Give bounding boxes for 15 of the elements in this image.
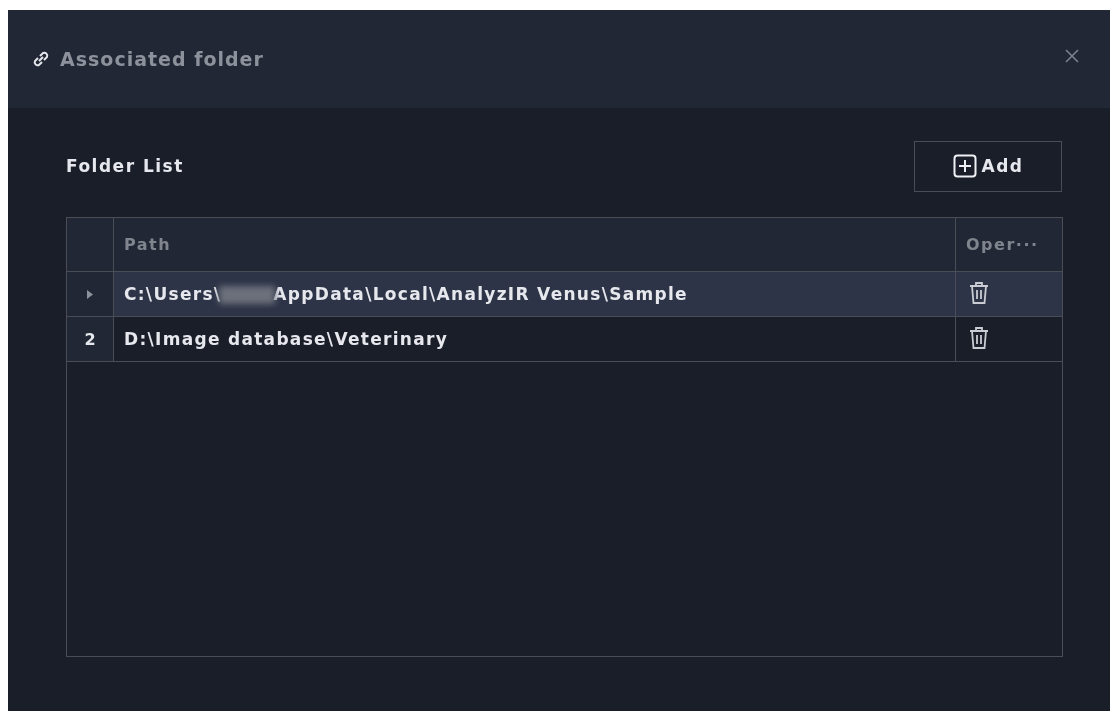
row-number: 2 <box>84 329 96 349</box>
table-row[interactable]: 2 D:\Image database\Veterinary <box>67 317 1062 362</box>
window-title: Associated folder <box>60 48 264 70</box>
column-header: Oper··· <box>966 235 1039 254</box>
table-row[interactable]: C:\Users\ AppData\Local\AnalyzIR Venus\Sample <box>67 272 1062 317</box>
path-text: C:\Users\ AppData\Local\AnalyzIR Venus\Sample <box>124 284 688 304</box>
add-button[interactable]: Add <box>914 140 1062 192</box>
close-icon <box>1064 48 1080 64</box>
section-title: Folder List <box>66 156 184 176</box>
path-text: D:\Image database\Veterinary <box>124 329 449 349</box>
trash-icon <box>968 280 990 305</box>
plus-icon <box>952 154 977 178</box>
trash-icon <box>968 325 990 350</box>
caret-icon <box>87 289 93 299</box>
column-header: Path <box>124 235 172 254</box>
